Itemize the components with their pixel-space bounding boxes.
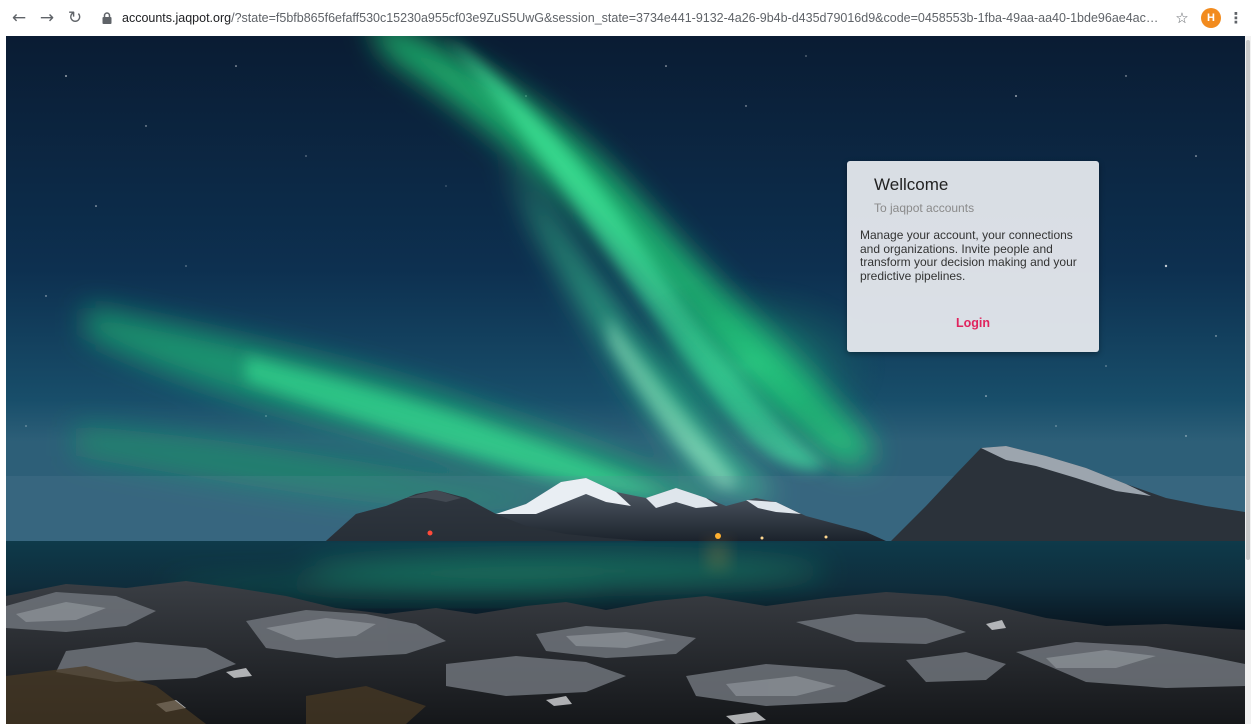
star-icon[interactable]: ☆	[1171, 7, 1193, 29]
reload-icon[interactable]: ↻	[64, 7, 86, 29]
browser-toolbar: ← → ↻ accounts.jaqpot.org/?state=f5bfb86…	[0, 0, 1251, 36]
page-scrollbar[interactable]	[1245, 36, 1251, 724]
card-title: Wellcome	[874, 175, 949, 194]
aurora-background-image	[6, 36, 1245, 724]
login-button[interactable]: Login	[847, 316, 1099, 330]
address-bar[interactable]: accounts.jaqpot.org/?state=f5bfb865f6efa…	[100, 5, 1159, 31]
card-description: Manage your account, your connections an…	[860, 228, 1077, 283]
url-text: accounts.jaqpot.org/?state=f5bfb865f6efa…	[122, 11, 1159, 25]
back-arrow-icon[interactable]: ←	[8, 7, 30, 29]
card-subtitle: To jaqpot accounts	[874, 201, 975, 215]
scrollbar-thumb[interactable]	[1246, 40, 1250, 560]
lock-icon	[102, 12, 112, 24]
welcome-card: Wellcome To jaqpot accounts Manage your …	[847, 161, 1099, 352]
forward-arrow-icon[interactable]: →	[36, 7, 58, 29]
url-host: accounts.jaqpot.org	[122, 11, 232, 25]
profile-avatar[interactable]: H	[1201, 8, 1221, 28]
url-path: /?state=f5bfb865f6efaff530c15230a955cf03…	[231, 11, 1159, 25]
kebab-menu-icon[interactable]: ⋮	[1227, 7, 1245, 29]
page-viewport: Wellcome To jaqpot accounts Manage your …	[6, 36, 1245, 724]
